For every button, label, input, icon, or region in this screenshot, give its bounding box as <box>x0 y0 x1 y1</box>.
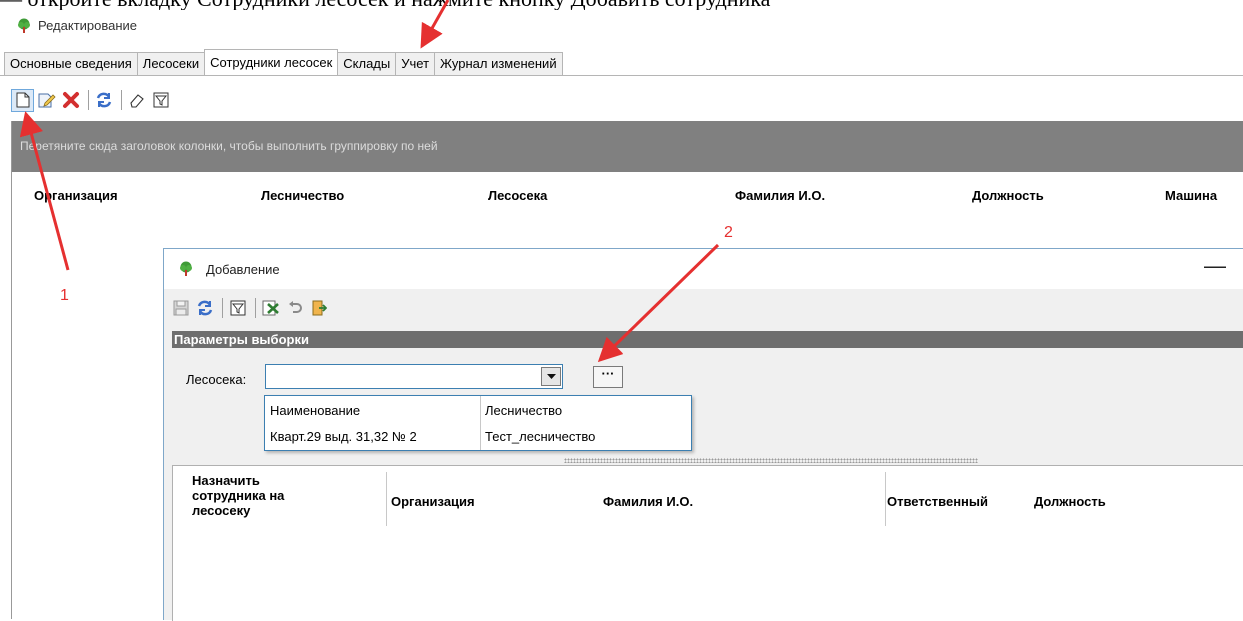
column-header-full-name[interactable]: Фамилия И.О. <box>735 188 825 203</box>
column-header-cutting-area[interactable]: Лесосека <box>488 188 547 203</box>
column-header-position[interactable]: Должность <box>972 188 1044 203</box>
add-button[interactable] <box>11 88 34 112</box>
app-tree-icon <box>18 18 30 33</box>
dropdown-toggle-button[interactable] <box>541 367 561 386</box>
group-by-hint: Перетяните сюда заголовок колонки, чтобы… <box>20 139 438 153</box>
group-by-panel[interactable]: Перетяните сюда заголовок колонки, чтобы… <box>12 121 1243 172</box>
add-dialog: Добавление — Параметры выборки Лесосека:… <box>163 248 1243 621</box>
dialog-toolbar <box>170 297 332 319</box>
dropdown-row-name[interactable]: Кварт.29 выд. 31,32 № 2 <box>270 429 417 444</box>
delete-icon <box>63 92 79 108</box>
tab-cutting-areas[interactable]: Лесосеки <box>136 52 206 75</box>
toolbar-separator <box>121 90 122 110</box>
filter-icon <box>230 300 246 316</box>
undo-button[interactable] <box>284 297 306 319</box>
column-divider <box>885 472 886 526</box>
dialog-refresh-button[interactable] <box>194 297 216 319</box>
annotation-label-1: 1 <box>60 287 69 304</box>
minimize-button[interactable]: — <box>1204 253 1226 279</box>
excel-icon <box>262 300 279 316</box>
tab-basic-info[interactable]: Основные сведения <box>4 52 138 75</box>
selection-params-header: Параметры выборки <box>172 331 1243 348</box>
annotation-label-2: 2 <box>724 224 733 241</box>
ellipsis-button[interactable]: ··· <box>593 366 623 388</box>
tab-cutting-area-staff[interactable]: Сотрудники лесосек <box>204 49 339 75</box>
refresh-button[interactable] <box>93 89 115 111</box>
column-header-organization[interactable]: Организация <box>391 494 475 509</box>
toolbar-separator <box>255 298 256 318</box>
tab-change-log[interactable]: Журнал изменений <box>434 52 563 75</box>
edit-icon <box>38 93 56 108</box>
panel-splitter[interactable] <box>564 458 978 463</box>
eraser-icon <box>130 94 144 108</box>
column-header-forestry[interactable]: Лесничество <box>261 188 344 203</box>
dialog-title: Добавление <box>206 262 280 277</box>
exit-icon <box>312 300 327 316</box>
undo-icon <box>289 301 302 313</box>
window-titlebar: Редактирование <box>0 12 1243 40</box>
document-caption-text: — откройте вкладку Сотрудники лесосек и … <box>0 0 770 10</box>
app-tree-icon <box>180 261 192 276</box>
save-button[interactable] <box>170 297 192 319</box>
export-excel-button[interactable] <box>260 297 282 319</box>
column-header-organization[interactable]: Организация <box>34 188 118 203</box>
filter-icon <box>153 92 169 108</box>
save-icon <box>173 300 189 316</box>
column-header-position[interactable]: Должность <box>1034 494 1106 509</box>
chevron-down-icon <box>546 373 556 379</box>
tab-accounting[interactable]: Учет <box>395 52 436 75</box>
dropdown-column-forestry: Лесничество <box>485 403 563 418</box>
tab-warehouses[interactable]: Склады <box>337 52 397 75</box>
new-document-icon <box>16 92 29 108</box>
cutting-area-label: Лесосека: <box>186 372 247 387</box>
tab-strip-divider <box>0 75 1243 76</box>
document-caption: — откройте вкладку Сотрудники лесосек и … <box>0 0 1243 10</box>
edit-button[interactable] <box>36 89 58 111</box>
dialog-titlebar: Добавление — <box>164 249 1243 289</box>
window-title: Редактирование <box>38 18 138 33</box>
clear-button[interactable] <box>126 89 148 111</box>
column-header-responsible[interactable]: Ответственный <box>887 494 988 509</box>
dialog-filter-button[interactable] <box>227 297 249 319</box>
toolbar-separator <box>88 90 89 110</box>
column-divider <box>386 472 387 526</box>
exit-button[interactable] <box>308 297 330 319</box>
toolbar-separator <box>222 298 223 318</box>
refresh-icon <box>197 300 213 316</box>
main-toolbar <box>11 87 174 113</box>
dropdown-column-name: Наименование <box>270 403 361 418</box>
column-header-full-name[interactable]: Фамилия И.О. <box>603 494 693 509</box>
delete-button[interactable] <box>60 89 82 111</box>
dropdown-column-divider <box>480 396 481 450</box>
dropdown-row-forestry[interactable]: Тест_лесничество <box>485 429 595 444</box>
cutting-area-combobox[interactable] <box>265 364 563 389</box>
column-header-vehicle[interactable]: Машина <box>1165 188 1217 203</box>
cutting-area-dropdown-list: Наименование Лесничество Кварт.29 выд. 3… <box>264 395 692 451</box>
filter-button[interactable] <box>150 89 172 111</box>
refresh-icon <box>96 92 112 108</box>
staff-assignment-grid: Назначить сотрудника на лесосеку Организ… <box>172 465 1243 621</box>
column-header-assign[interactable]: Назначить сотрудника на лесосеку <box>192 473 322 518</box>
tab-strip: Основные сведения Лесосеки Сотрудники ле… <box>4 49 563 75</box>
